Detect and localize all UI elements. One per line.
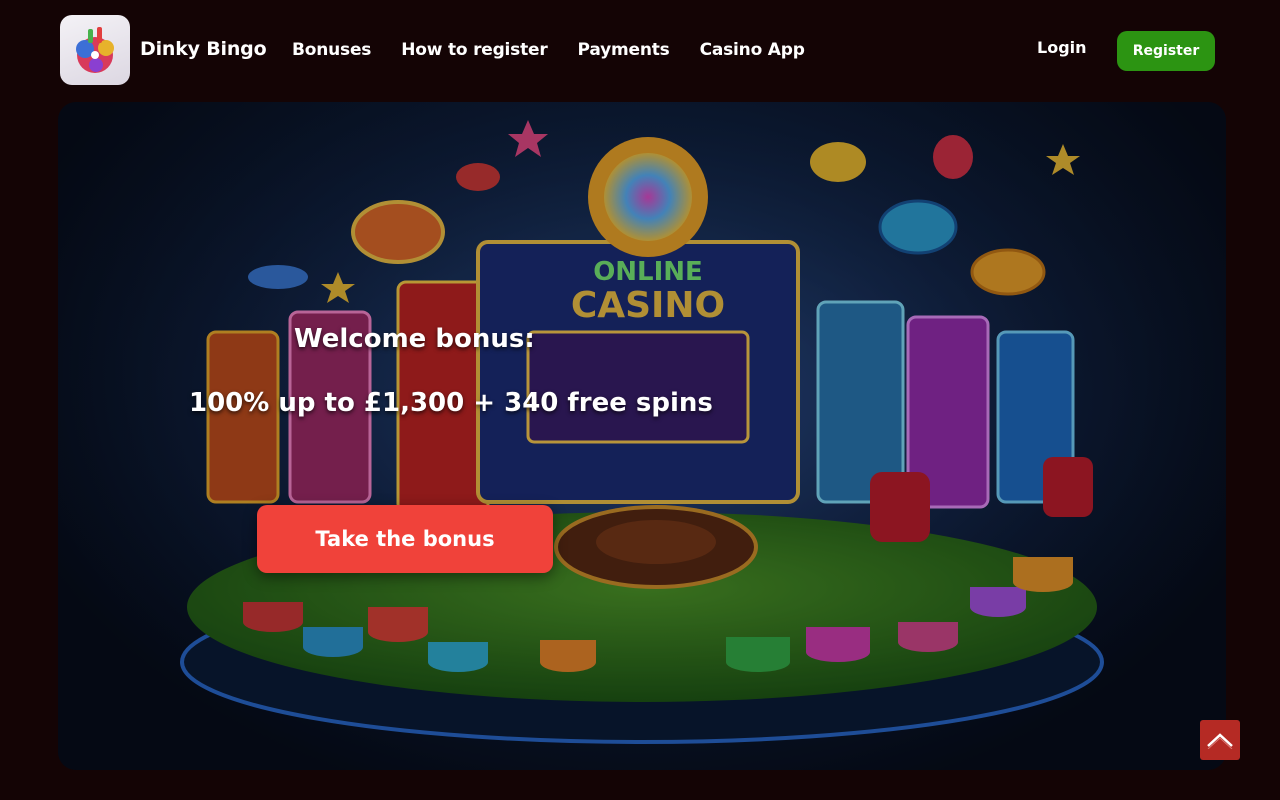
nav-link-how-to-register[interactable]: How to register [401,40,548,60]
take-bonus-button[interactable]: Take the bonus [257,505,553,573]
nav-link-bonuses[interactable]: Bonuses [292,40,371,60]
brand-name[interactable]: Dinky Bingo [140,38,267,60]
welcome-bonus-title: Welcome bonus: [294,324,535,354]
login-link[interactable]: Login [1037,38,1087,57]
welcome-bonus-offer: 100% up to £1,300 + 340 free spins [189,388,713,418]
nav-link-payments[interactable]: Payments [578,40,670,60]
site-header: Dinky Bingo Bonuses How to register Paym… [0,0,1280,100]
chevron-up-icon [1207,733,1233,749]
main-nav: Bonuses How to register Payments Casino … [292,40,805,60]
register-button[interactable]: Register [1117,31,1215,71]
scroll-to-top-button[interactable] [1200,720,1240,760]
hero-overlay [58,102,1226,770]
hero-banner: ONLINE CASINO Welcome bonus: 100% up to … [58,102,1226,770]
dinky-bingo-logo-icon[interactable] [60,15,130,85]
nav-link-casino-app[interactable]: Casino App [700,40,805,60]
